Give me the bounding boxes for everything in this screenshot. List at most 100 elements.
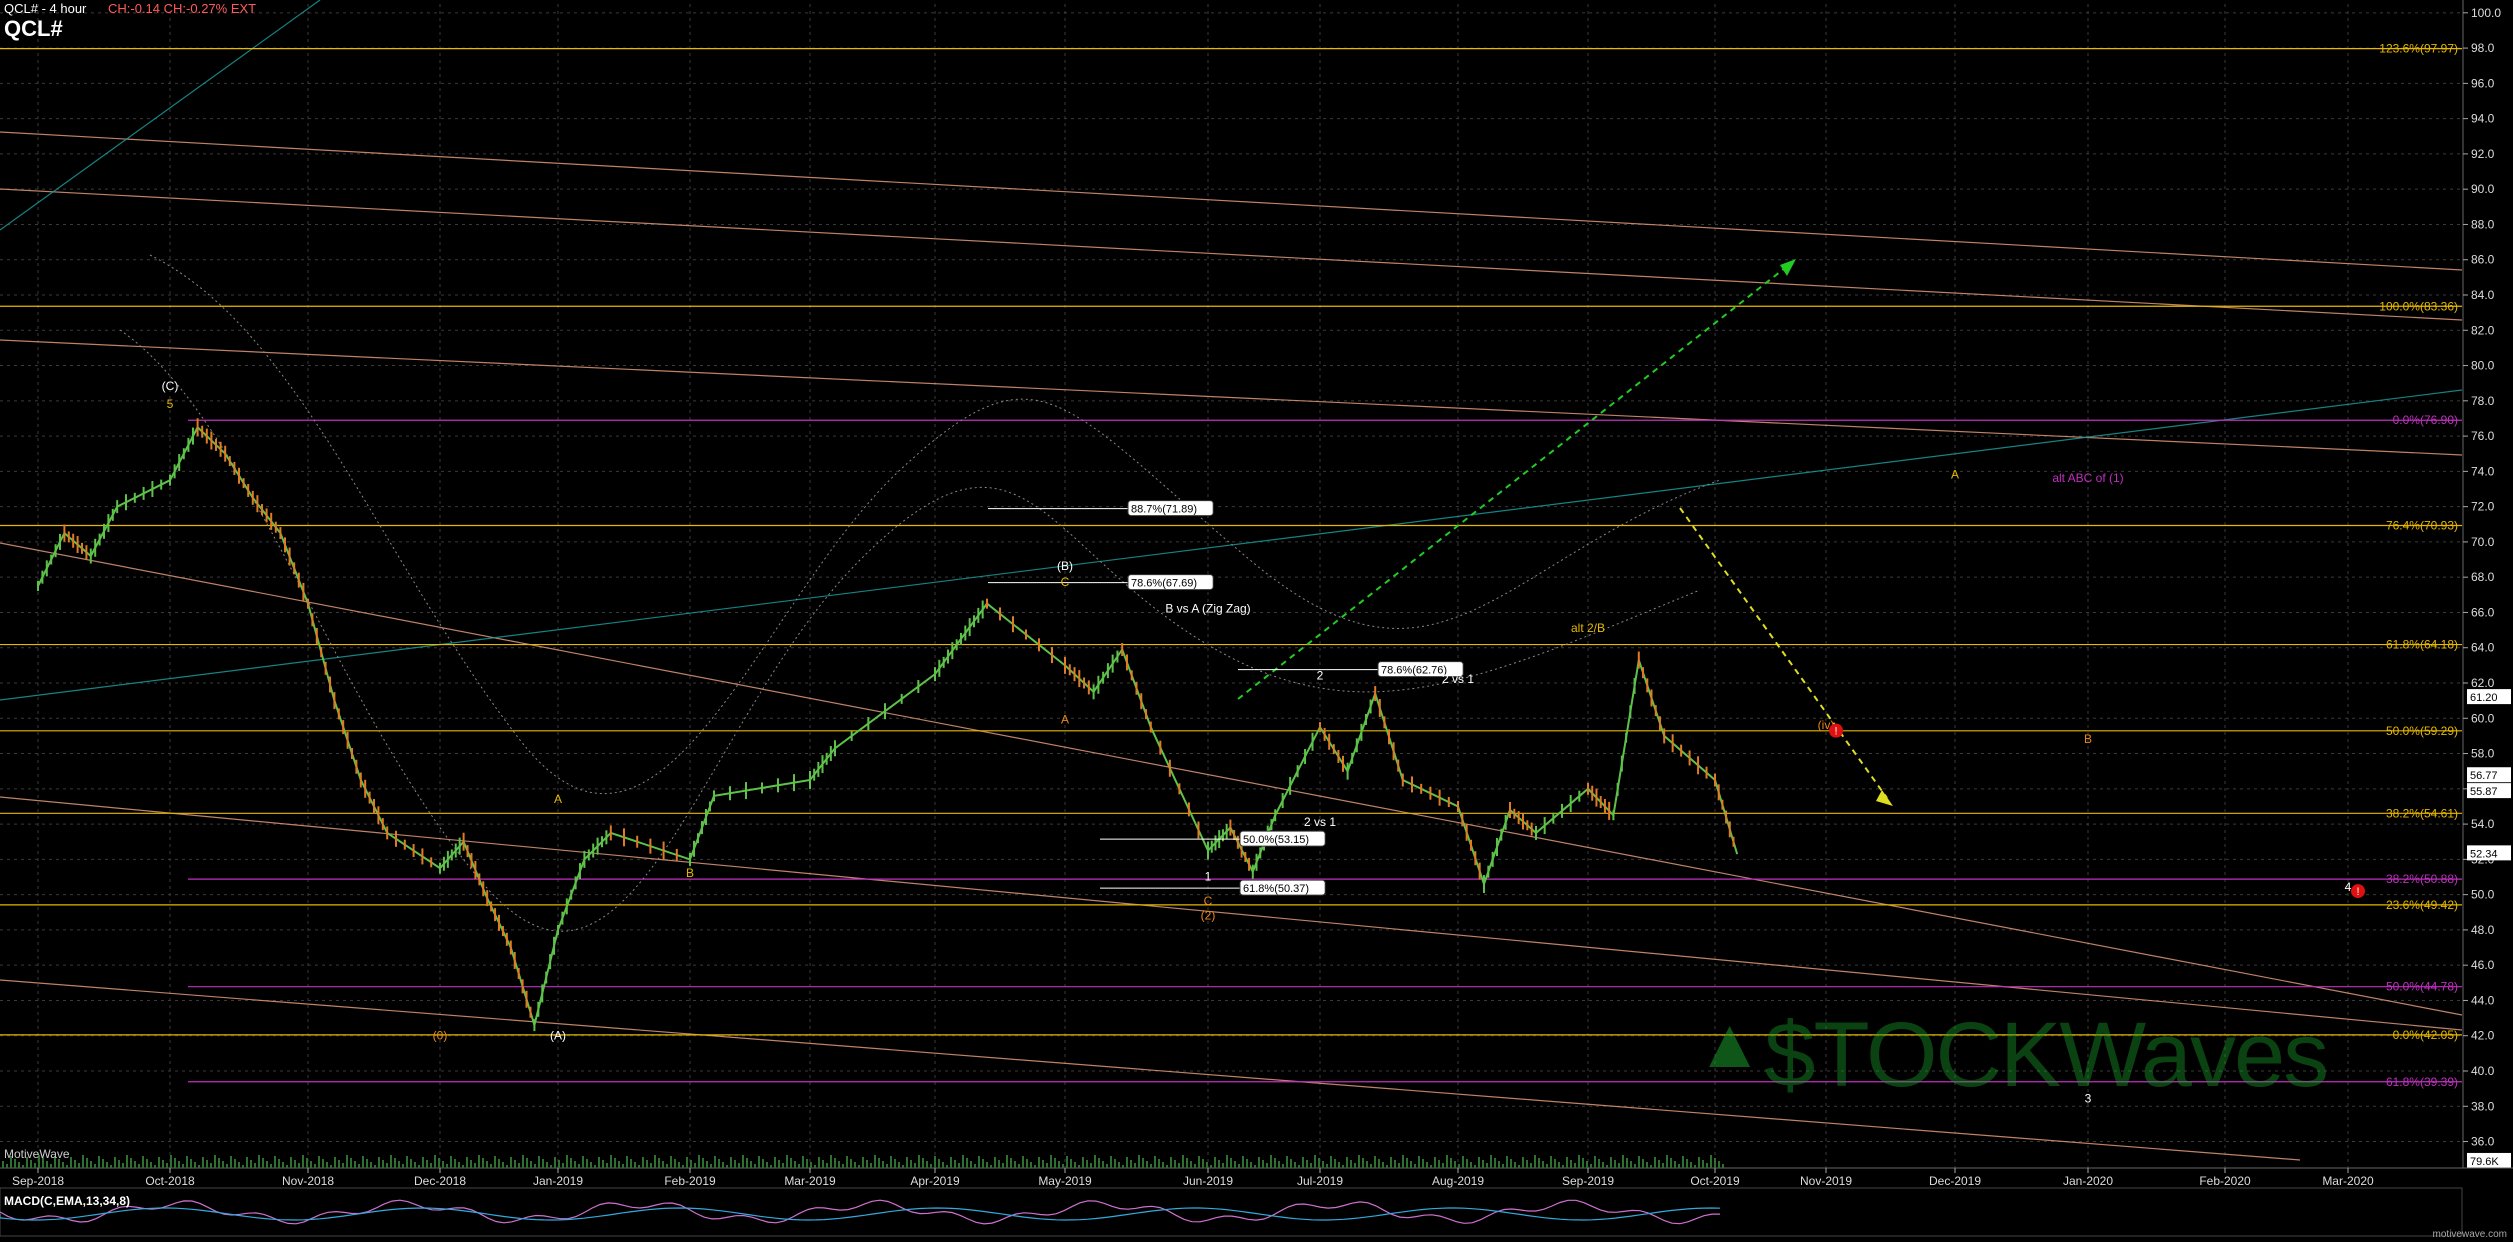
volume-bar bbox=[1718, 1161, 1720, 1168]
volume-bar bbox=[670, 1156, 672, 1168]
volume-bar bbox=[246, 1157, 248, 1168]
price-axis-label: 44.0 bbox=[2471, 993, 2495, 1007]
volume-bar bbox=[686, 1157, 688, 1168]
stockwaves-watermark: ▲$TOCKWaves bbox=[1695, 1003, 2329, 1108]
volume-bar bbox=[262, 1158, 264, 1168]
volume-bar bbox=[626, 1156, 628, 1168]
volume-bar bbox=[910, 1160, 912, 1168]
volume-bar bbox=[1022, 1156, 1024, 1168]
volume-bar bbox=[282, 1162, 284, 1168]
volume-bar bbox=[834, 1158, 836, 1168]
volume-bar bbox=[802, 1156, 804, 1168]
volume-bar bbox=[546, 1162, 548, 1168]
volume-bar bbox=[1262, 1160, 1264, 1168]
date-axis-label: Jun-2019 bbox=[1183, 1174, 1233, 1188]
volume-bar bbox=[1102, 1161, 1104, 1168]
volume-bar bbox=[242, 1165, 244, 1168]
fib-level-label: 23.6%(49.42) bbox=[2386, 898, 2458, 912]
volume-bar bbox=[1566, 1157, 1568, 1168]
volume-bar bbox=[1226, 1155, 1228, 1168]
volume-bar bbox=[1186, 1158, 1188, 1168]
wave-label: A bbox=[1951, 467, 1959, 481]
volume-bar bbox=[1350, 1160, 1352, 1168]
trend-line bbox=[0, 339, 2463, 456]
volume-bar bbox=[1178, 1163, 1180, 1168]
volume-bar bbox=[94, 1164, 96, 1168]
volume-bar bbox=[1154, 1156, 1156, 1168]
price-axis-label: 80.0 bbox=[2471, 359, 2495, 373]
volume-bar bbox=[1106, 1164, 1108, 1168]
volume-bar bbox=[1618, 1163, 1620, 1168]
volume-bar bbox=[1218, 1160, 1220, 1168]
volume-bar bbox=[602, 1160, 604, 1168]
volume-bar bbox=[238, 1162, 240, 1168]
volume-bar bbox=[90, 1161, 92, 1168]
volume-bar bbox=[254, 1163, 256, 1168]
volume-bar bbox=[1038, 1157, 1040, 1168]
volume-bar bbox=[1282, 1164, 1284, 1168]
volume-bar bbox=[1570, 1160, 1572, 1168]
volume-bar bbox=[498, 1159, 500, 1168]
volume-bar bbox=[1130, 1160, 1132, 1168]
volume-bar bbox=[1546, 1164, 1548, 1168]
volume-bar bbox=[978, 1156, 980, 1168]
alert-icon-mark: ! bbox=[1834, 726, 1837, 738]
volume-bar bbox=[1294, 1162, 1296, 1168]
volume-bar bbox=[1266, 1163, 1268, 1168]
price-axis-label: 36.0 bbox=[2471, 1135, 2495, 1149]
volume-bar bbox=[1722, 1164, 1724, 1168]
fib-level-label: 38.2%(50.88) bbox=[2386, 872, 2458, 886]
volume-bar bbox=[474, 1163, 476, 1168]
volume-bar bbox=[362, 1156, 364, 1168]
volume-bar bbox=[914, 1163, 916, 1168]
volume-bar bbox=[874, 1155, 876, 1168]
volume-bar bbox=[1674, 1161, 1676, 1168]
volume-bar bbox=[954, 1160, 956, 1168]
volume-bar bbox=[126, 1155, 128, 1168]
volume-bar bbox=[786, 1155, 788, 1168]
volume-bar bbox=[1006, 1155, 1008, 1168]
volume-bar bbox=[226, 1164, 228, 1168]
fib-level-label: 38.2%(54.61) bbox=[2386, 806, 2458, 820]
volume-bar bbox=[722, 1162, 724, 1168]
volume-bar bbox=[66, 1165, 68, 1168]
volume-bar bbox=[1650, 1165, 1652, 1168]
volume-bar bbox=[386, 1163, 388, 1168]
volume-bar bbox=[1430, 1165, 1432, 1168]
price-marker-label: 52.34 bbox=[2470, 848, 2498, 860]
volume-bar bbox=[1302, 1157, 1304, 1168]
volume-bar bbox=[198, 1165, 200, 1168]
date-axis-label: Aug-2019 bbox=[1432, 1174, 1484, 1188]
volume-bar bbox=[70, 1157, 72, 1168]
price-axis-label: 66.0 bbox=[2471, 605, 2495, 619]
volume-bar bbox=[442, 1161, 444, 1168]
volume-bar bbox=[230, 1156, 232, 1168]
volume-bar bbox=[1238, 1164, 1240, 1168]
price-axis-label: 62.0 bbox=[2471, 676, 2495, 690]
volume-bar bbox=[1150, 1164, 1152, 1168]
volume-bar bbox=[594, 1165, 596, 1168]
volume-bar bbox=[1670, 1158, 1672, 1168]
volume-bar bbox=[1098, 1158, 1100, 1168]
retrace-label: 50.0%(53.15) bbox=[1243, 834, 1309, 846]
fib-level-label: 50.0%(59.29) bbox=[2386, 724, 2458, 738]
volume-bar bbox=[1558, 1162, 1560, 1168]
volume-bar bbox=[1174, 1160, 1176, 1168]
volume-bar bbox=[878, 1158, 880, 1168]
volume-bar bbox=[1538, 1158, 1540, 1168]
price-axis-label: 90.0 bbox=[2471, 182, 2495, 196]
price-axis-label: 70.0 bbox=[2471, 535, 2495, 549]
price-axis-label: 42.0 bbox=[2471, 1029, 2495, 1043]
volume-bar bbox=[1042, 1160, 1044, 1168]
volume-bar bbox=[1422, 1159, 1424, 1168]
volume-bar bbox=[1426, 1162, 1428, 1168]
volume-bar bbox=[1066, 1156, 1068, 1168]
wave-label: 2 bbox=[1317, 668, 1324, 682]
retrace-label: 78.6%(67.69) bbox=[1131, 578, 1197, 590]
volume-bar bbox=[534, 1164, 536, 1168]
volume-bar bbox=[458, 1162, 460, 1168]
retrace-label: 78.6%(62.76) bbox=[1381, 665, 1447, 677]
price-axis-label: 74.0 bbox=[2471, 464, 2495, 478]
volume-bar bbox=[1086, 1160, 1088, 1168]
volume-bar bbox=[394, 1158, 396, 1168]
